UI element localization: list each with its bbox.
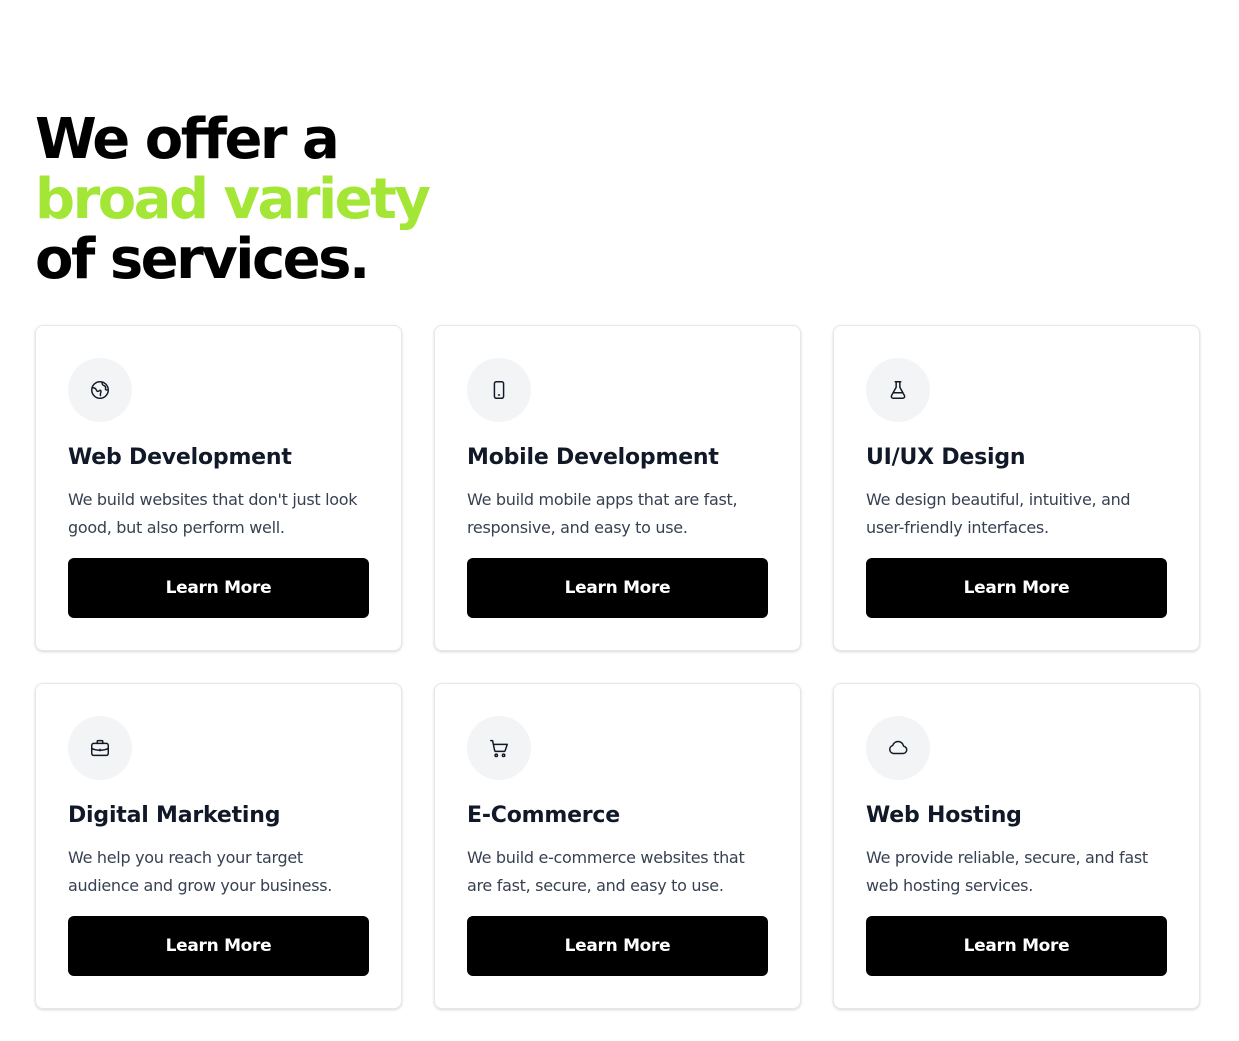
service-card-web-development: Web Development We build websites that d… <box>35 325 402 651</box>
service-card-digital-marketing: Digital Marketing We help you reach your… <box>35 683 402 1009</box>
learn-more-button[interactable]: Learn More <box>866 916 1167 976</box>
shopping-cart-icon <box>467 716 531 780</box>
service-title: E-Commerce <box>467 803 620 828</box>
service-card-ui-ux-design: UI/UX Design We design beautiful, intuit… <box>833 325 1200 651</box>
service-description: We design beautiful, intuitive, and user… <box>866 490 1131 537</box>
learn-more-button[interactable]: Learn More <box>467 558 768 618</box>
briefcase-icon <box>68 716 132 780</box>
flask-icon <box>866 358 930 422</box>
page-headline: We offer a broad variety of services. <box>35 107 431 292</box>
service-description: We build e-commerce websites that are fa… <box>467 848 745 895</box>
service-description: We build websites that don't just look g… <box>68 490 358 537</box>
learn-more-button[interactable]: Learn More <box>467 916 768 976</box>
service-card-e-commerce: E-Commerce We build e-commerce websites … <box>434 683 801 1009</box>
services-grid: Web Development We build websites that d… <box>35 325 1200 1009</box>
service-description: We build mobile apps that are fast, resp… <box>467 490 738 537</box>
headline-line-2-accent: broad variety <box>35 167 431 232</box>
service-title: Web Development <box>68 445 292 470</box>
cloud-icon <box>866 716 930 780</box>
service-card-mobile-development: Mobile Development We build mobile apps … <box>434 325 801 651</box>
globe-icon <box>68 358 132 422</box>
service-title: Mobile Development <box>467 445 719 470</box>
headline-line-1: We offer a <box>35 107 340 172</box>
headline-line-3: of services. <box>35 227 370 292</box>
learn-more-button[interactable]: Learn More <box>68 916 369 976</box>
service-title: Web Hosting <box>866 803 1022 828</box>
service-description: We help you reach your target audience a… <box>68 848 333 895</box>
service-title: UI/UX Design <box>866 445 1026 470</box>
learn-more-button[interactable]: Learn More <box>68 558 369 618</box>
mobile-phone-icon <box>467 358 531 422</box>
service-title: Digital Marketing <box>68 803 281 828</box>
service-card-web-hosting: Web Hosting We provide reliable, secure,… <box>833 683 1200 1009</box>
learn-more-button[interactable]: Learn More <box>866 558 1167 618</box>
service-description: We provide reliable, secure, and fast we… <box>866 848 1148 895</box>
